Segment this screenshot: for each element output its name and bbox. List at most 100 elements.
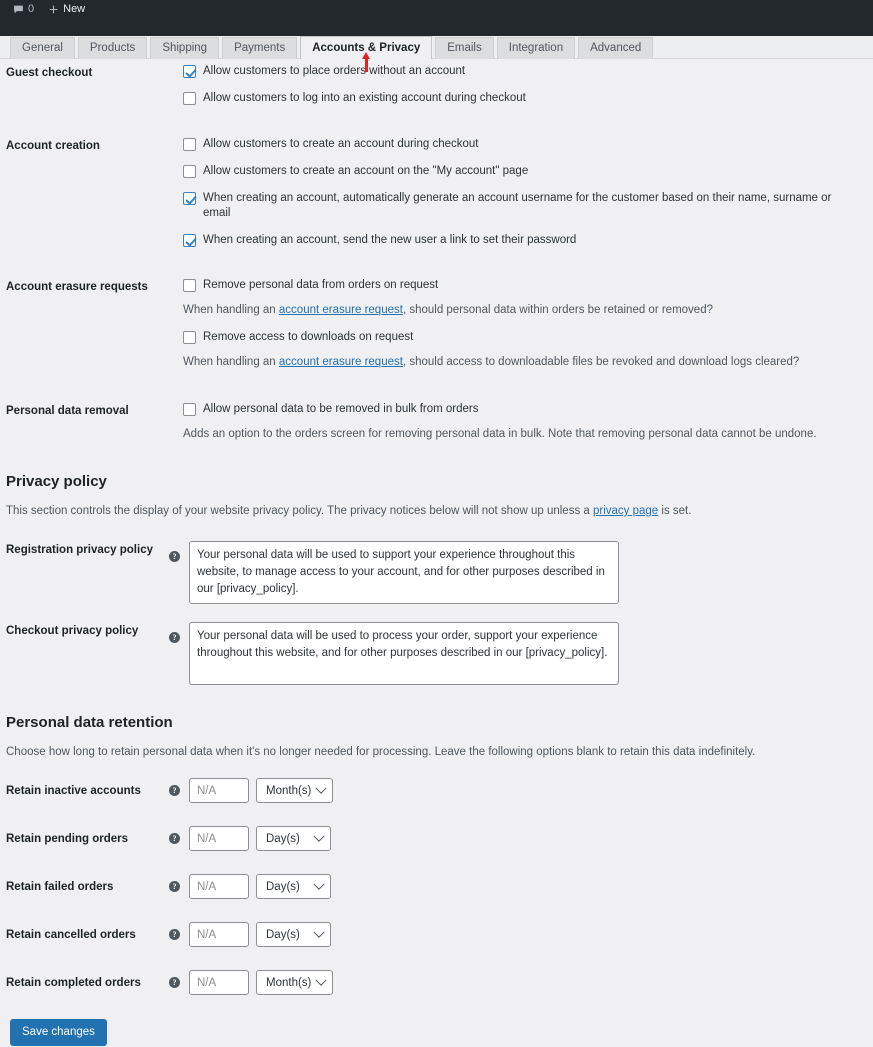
account-erasure-options: Remove personal data from orders on requ… xyxy=(183,278,861,370)
checkbox-create-account-checkout[interactable]: Allow customers to create an account dur… xyxy=(183,137,861,152)
tab-integration[interactable]: Integration xyxy=(496,37,576,59)
retention-row-retain-cancelled-orders: Retain cancelled orders? Day(s) xyxy=(0,922,873,947)
checkbox-guest-place-orders[interactable]: Allow customers to place orders without … xyxy=(183,64,861,79)
retention-row-retain-pending-orders: Retain pending orders? Day(s) xyxy=(0,826,873,851)
retention-row-retain-inactive-accounts: Retain inactive accounts? Month(s) xyxy=(0,778,873,803)
checkbox-input[interactable] xyxy=(183,65,196,78)
retention-row-retain-completed-orders: Retain completed orders? Month(s) xyxy=(0,970,873,995)
checkbox-remove-download-access[interactable]: Remove access to downloads on request xyxy=(183,330,861,345)
registration-help-tip[interactable]: ? xyxy=(169,541,189,564)
adminbar-new[interactable]: New xyxy=(41,0,92,18)
settings-page: Guest checkout Allow customers to place … xyxy=(0,64,873,1047)
adminbar-comments[interactable]: 0 xyxy=(6,0,41,18)
plus-icon xyxy=(48,4,59,15)
chevron-down-icon xyxy=(313,830,325,842)
checkbox-input[interactable] xyxy=(183,279,196,292)
help-tip-icon[interactable]: ? xyxy=(169,785,180,796)
retain-cancelled-orders-label: Retain cancelled orders xyxy=(6,928,136,941)
retain-completed-orders-help-tip[interactable]: ? xyxy=(169,977,189,988)
checkbox-remove-personal-data[interactable]: Remove personal data from orders on requ… xyxy=(183,278,861,293)
retain-completed-orders-input[interactable] xyxy=(189,970,249,995)
select-value: Day(s) xyxy=(266,832,300,845)
retain-pending-orders-unit-select[interactable]: Day(s) xyxy=(256,826,331,851)
select-value: Month(s) xyxy=(266,784,312,797)
setting-row-account-creation: Account creation Allow customers to crea… xyxy=(0,137,873,248)
settings-tabs-bar: General Products Shipping Payments Accounts … xyxy=(0,18,873,72)
account-erasure-request-link[interactable]: account erasure request xyxy=(279,304,403,316)
checkbox-input[interactable] xyxy=(183,192,196,205)
desc-text-post: , should personal data within orders be … xyxy=(402,304,713,316)
retain-cancelled-orders-help-tip[interactable]: ? xyxy=(169,929,189,940)
retain-inactive-accounts-input[interactable] xyxy=(189,778,249,803)
account-erasure-request-link[interactable]: account erasure request xyxy=(279,356,403,368)
select-value: Day(s) xyxy=(266,928,300,941)
adminbar-comment-count: 0 xyxy=(28,3,35,15)
select-value: Day(s) xyxy=(266,880,300,893)
help-tip-icon[interactable]: ? xyxy=(169,551,180,562)
checkbox-input[interactable] xyxy=(183,403,196,416)
checkbox-label: Allow customers to log into an existing … xyxy=(203,92,526,104)
help-tip-icon[interactable]: ? xyxy=(169,929,180,940)
desc-text-pre: When handling an xyxy=(183,304,279,316)
personal-data-removal-label: Personal data removal xyxy=(6,405,129,417)
tab-shipping[interactable]: Shipping xyxy=(150,37,220,59)
checkbox-label: Allow personal data to be removed in bul… xyxy=(203,403,479,415)
retain-completed-orders-unit-select[interactable]: Month(s) xyxy=(256,970,334,995)
retention-row-retain-failed-orders: Retain failed orders? Day(s) xyxy=(0,874,873,899)
save-changes-button[interactable]: Save changes xyxy=(10,1019,107,1046)
desc-text-post: is set. xyxy=(658,505,692,517)
checkbox-create-account-myaccount[interactable]: Allow customers to create an account on … xyxy=(183,164,861,179)
checkbox-send-password-link[interactable]: When creating an account, send the new u… xyxy=(183,233,861,248)
arrow-shaft xyxy=(364,57,368,72)
retain-pending-orders-label: Retain pending orders xyxy=(6,832,129,845)
chevron-down-icon xyxy=(315,974,328,986)
desc-text-pre: When handling an xyxy=(183,356,279,368)
checkout-privacy-policy-textarea[interactable] xyxy=(189,622,619,685)
checkout-help-tip[interactable]: ? xyxy=(169,622,189,645)
help-tip-icon[interactable]: ? xyxy=(169,833,180,844)
checkbox-input[interactable] xyxy=(183,92,196,105)
admin-bar: 0 New xyxy=(0,0,873,18)
tab-payments[interactable]: Payments xyxy=(222,37,298,59)
personal-data-removal-desc: Adds an option to the orders screen for … xyxy=(183,428,817,440)
checkbox-input[interactable] xyxy=(183,331,196,344)
retain-failed-orders-help-tip[interactable]: ? xyxy=(169,881,189,892)
checkbox-guest-login[interactable]: Allow customers to log into an existing … xyxy=(183,91,861,106)
retain-inactive-accounts-unit-select[interactable]: Month(s) xyxy=(256,778,334,803)
red-up-arrow-annotation xyxy=(361,52,371,72)
checkbox-input[interactable] xyxy=(183,138,196,151)
retain-pending-orders-help-tip[interactable]: ? xyxy=(169,833,189,844)
tab-general[interactable]: General xyxy=(10,37,75,59)
checkbox-input[interactable] xyxy=(183,234,196,247)
help-tip-icon[interactable]: ? xyxy=(169,632,180,643)
retain-inactive-accounts-help-tip[interactable]: ? xyxy=(169,785,189,796)
account-creation-label: Account creation xyxy=(6,140,100,152)
chevron-down-icon xyxy=(315,782,328,794)
retain-cancelled-orders-unit-select[interactable]: Day(s) xyxy=(256,922,331,947)
checkbox-input[interactable] xyxy=(183,165,196,178)
checkbox-auto-generate-username[interactable]: When creating an account, automatically … xyxy=(183,191,861,221)
comment-bubble-icon xyxy=(13,4,24,15)
checkbox-label: Remove personal data from orders on requ… xyxy=(203,279,439,291)
registration-privacy-policy-label: Registration privacy policy xyxy=(6,544,153,556)
account-erasure-desc-2: When handling an account erasure request… xyxy=(183,355,861,370)
checkbox-bulk-remove-personal-data[interactable]: Allow personal data to be removed in bul… xyxy=(183,402,861,417)
privacy-page-link[interactable]: privacy page xyxy=(593,505,658,517)
account-erasure-label: Account erasure requests xyxy=(6,281,148,293)
checkbox-label: Remove access to downloads on request xyxy=(203,331,414,343)
retain-failed-orders-input[interactable] xyxy=(189,874,249,899)
retain-completed-orders-label: Retain completed orders xyxy=(6,976,141,989)
help-tip-icon[interactable]: ? xyxy=(169,881,180,892)
privacy-policy-desc: This section controls the display of you… xyxy=(0,503,873,519)
tab-advanced[interactable]: Advanced xyxy=(578,37,654,59)
tab-products[interactable]: Products xyxy=(77,37,148,59)
retain-failed-orders-unit-select[interactable]: Day(s) xyxy=(256,874,331,899)
help-tip-icon[interactable]: ? xyxy=(169,977,180,988)
setting-row-guest-checkout: Guest checkout Allow customers to place … xyxy=(0,64,873,106)
setting-row-personal-data-removal: Personal data removal Allow personal dat… xyxy=(0,402,873,442)
retain-cancelled-orders-input[interactable] xyxy=(189,922,249,947)
registration-privacy-policy-textarea[interactable] xyxy=(189,541,619,604)
tab-emails[interactable]: Emails xyxy=(435,37,494,59)
retain-failed-orders-label: Retain failed orders xyxy=(6,880,114,893)
retain-pending-orders-input[interactable] xyxy=(189,826,249,851)
